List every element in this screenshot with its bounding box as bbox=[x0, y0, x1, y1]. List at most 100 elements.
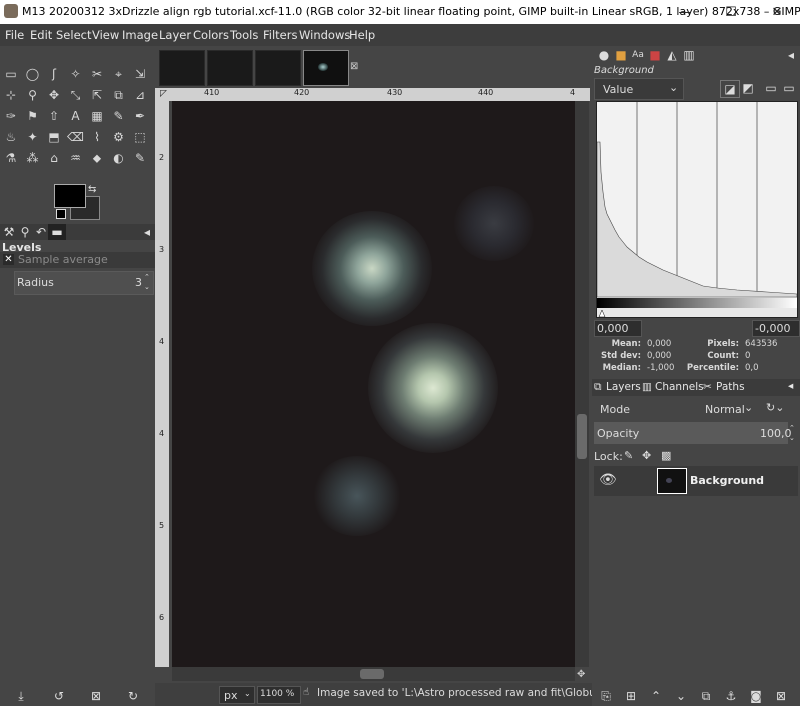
dock-menu-icon[interactable]: ◂ bbox=[788, 380, 793, 392]
restore-options-icon[interactable]: ↺ bbox=[50, 688, 68, 704]
tool-button-icon[interactable]: ⚲ bbox=[24, 87, 42, 103]
image-tab-thumbnail[interactable] bbox=[255, 50, 301, 86]
save-options-icon[interactable]: ⤓ bbox=[12, 688, 30, 704]
tool-button-icon[interactable]: ✎ bbox=[131, 150, 149, 166]
tool-button-icon[interactable]: ⌇ bbox=[88, 129, 106, 145]
raise-layer-icon[interactable]: ⌃ bbox=[647, 688, 665, 704]
lock-position-icon[interactable]: ✥ bbox=[642, 449, 651, 462]
lower-layer-icon[interactable]: ⌄ bbox=[672, 688, 690, 704]
eye-icon[interactable]: 👁 bbox=[599, 472, 617, 488]
swap-colors-icon[interactable]: ⇆ bbox=[88, 184, 96, 195]
log-histogram-icon[interactable]: ◩ bbox=[739, 80, 757, 96]
channels-tab-icon[interactable]: ▥ bbox=[642, 381, 652, 393]
anchor-layer-icon[interactable]: ⚓ bbox=[722, 688, 740, 704]
tool-button-icon[interactable]: ✎ bbox=[110, 108, 128, 124]
menu-tools[interactable]: Tools bbox=[230, 28, 258, 42]
tool-button-icon[interactable]: ⚑ bbox=[24, 108, 42, 124]
vertical-scrollbar[interactable] bbox=[575, 101, 589, 667]
radius-value[interactable]: 3 bbox=[135, 276, 142, 289]
histogram-plot[interactable] bbox=[596, 101, 798, 318]
tool-button-icon[interactable]: ◐ bbox=[110, 150, 128, 166]
menu-view[interactable]: View bbox=[92, 28, 119, 42]
images-tab-icon[interactable]: ▬ bbox=[48, 224, 66, 240]
zoom-select[interactable]: 1100 % bbox=[257, 686, 301, 704]
range-high-input[interactable]: -0,000 bbox=[752, 320, 800, 337]
layer-row[interactable]: 👁 Background bbox=[594, 466, 798, 496]
delete-options-icon[interactable]: ⊠ bbox=[87, 688, 105, 704]
close-button[interactable]: ✕ bbox=[754, 0, 800, 24]
channel-select[interactable]: Value ⌄ bbox=[594, 78, 684, 100]
reset-options-icon[interactable]: ↻ bbox=[124, 688, 142, 704]
radius-stepper-icon[interactable]: ⌃ ⌄ bbox=[144, 272, 150, 292]
linear-histogram-icon[interactable]: ◪ bbox=[720, 80, 740, 98]
duplicate-layer-icon[interactable]: ⧉ bbox=[697, 688, 715, 704]
brushes-tab-icon[interactable]: ● bbox=[595, 47, 613, 63]
tool-button-icon[interactable]: ⌂ bbox=[45, 150, 63, 166]
tool-button-icon[interactable]: ▦ bbox=[88, 108, 106, 124]
tool-button-icon[interactable]: ⬥ bbox=[88, 150, 106, 166]
close-tab-icon[interactable]: ⊠ bbox=[350, 61, 358, 72]
tool-button-icon[interactable]: ⊿ bbox=[131, 87, 149, 103]
new-layer-icon[interactable]: ⎘ bbox=[597, 688, 615, 704]
tool-button-icon[interactable]: ⧉ bbox=[110, 87, 128, 103]
quick-mask-corner-icon[interactable]: ◸ bbox=[155, 88, 172, 101]
default-colors-icon[interactable] bbox=[56, 209, 66, 219]
horizontal-scrollbar[interactable] bbox=[172, 667, 575, 681]
menu-select[interactable]: Select bbox=[56, 28, 91, 42]
unit-select[interactable]: px ⌄ bbox=[219, 686, 255, 704]
tool-button-icon[interactable]: ✑ bbox=[2, 108, 20, 124]
tool-button-icon[interactable]: ✒ bbox=[131, 108, 149, 124]
histogram-option-icon[interactable]: ▭ bbox=[762, 80, 780, 96]
minimize-button[interactable]: — bbox=[662, 0, 708, 24]
vertical-scroll-thumb[interactable] bbox=[577, 414, 587, 459]
tool-button-icon[interactable]: ⇧ bbox=[45, 108, 63, 124]
document-history-tab-icon[interactable]: ■ bbox=[646, 47, 664, 63]
tool-button-icon[interactable]: ✥ bbox=[45, 87, 63, 103]
tool-button-icon[interactable]: ✧ bbox=[67, 66, 85, 82]
menu-windows[interactable]: Windows bbox=[299, 28, 350, 42]
tool-button-icon[interactable]: ✂ bbox=[88, 66, 106, 82]
new-layer-group-icon[interactable]: ⊞ bbox=[622, 688, 640, 704]
menu-edit[interactable]: Edit bbox=[30, 28, 52, 42]
tool-button-icon[interactable]: ⊹ bbox=[2, 87, 20, 103]
image-tab-thumbnail[interactable] bbox=[207, 50, 253, 86]
menu-colors[interactable]: Colors bbox=[193, 28, 229, 42]
tool-button-icon[interactable]: ⁂ bbox=[24, 150, 42, 166]
lock-alpha-icon[interactable]: ▩ bbox=[661, 449, 671, 462]
fg-swatch-front[interactable] bbox=[54, 184, 86, 208]
dock-menu-icon[interactable]: ◂ bbox=[782, 47, 800, 63]
tool-button-icon[interactable]: ⇱ bbox=[88, 87, 106, 103]
range-low-input[interactable]: 0,000 bbox=[594, 320, 642, 337]
tab-menu-icon[interactable]: ◂ bbox=[138, 224, 156, 240]
tool-button-icon[interactable]: ⤡ bbox=[67, 87, 85, 103]
opacity-stepper-icon[interactable]: ⌃ ⌄ bbox=[789, 423, 795, 443]
sample-average-row[interactable]: ✕ Sample average bbox=[0, 252, 155, 268]
histogram-option-icon[interactable]: ▭ bbox=[780, 80, 798, 96]
tool-button-icon[interactable]: ⚗ bbox=[2, 150, 20, 166]
layer-mask-icon[interactable]: ◙ bbox=[747, 688, 765, 704]
histogram-tab-icon[interactable]: ◭ bbox=[663, 47, 681, 63]
menu-layer[interactable]: Layer bbox=[159, 28, 191, 42]
patterns-tab-icon[interactable]: ■ bbox=[612, 47, 630, 63]
layer-name[interactable]: Background bbox=[690, 474, 764, 487]
image-tab-thumbnail[interactable] bbox=[159, 50, 205, 86]
maximize-button[interactable]: ☐ bbox=[708, 0, 754, 24]
tool-button-icon[interactable]: ⚙ bbox=[110, 129, 128, 145]
tool-button-icon[interactable]: ⇲ bbox=[131, 66, 149, 82]
tool-button-icon[interactable]: A bbox=[67, 108, 85, 124]
fonts-tab-icon[interactable]: Aa bbox=[629, 47, 647, 63]
active-image-tab-thumbnail[interactable] bbox=[303, 50, 349, 86]
tool-button-icon[interactable]: ⌖ bbox=[110, 66, 128, 82]
tool-button-icon[interactable]: ▭ bbox=[2, 66, 20, 82]
tool-button-icon[interactable]: ♒ bbox=[67, 150, 85, 166]
switch-mode-icon[interactable]: ↻⌄ bbox=[766, 401, 784, 414]
menu-filters[interactable]: Filters bbox=[263, 28, 297, 42]
opacity-slider[interactable]: Opacity 100,0 bbox=[594, 422, 792, 444]
tool-button-icon[interactable]: ◯ bbox=[24, 66, 42, 82]
tab-layers[interactable]: Layers bbox=[606, 381, 641, 393]
tool-button-icon[interactable]: ⬚ bbox=[131, 129, 149, 145]
tool-button-icon[interactable]: ⌫ bbox=[67, 129, 85, 145]
image-canvas[interactable] bbox=[172, 101, 575, 667]
radius-spinbox[interactable]: Radius 3 ⌃ ⌄ bbox=[14, 271, 154, 295]
horizontal-scroll-thumb[interactable] bbox=[360, 669, 384, 679]
